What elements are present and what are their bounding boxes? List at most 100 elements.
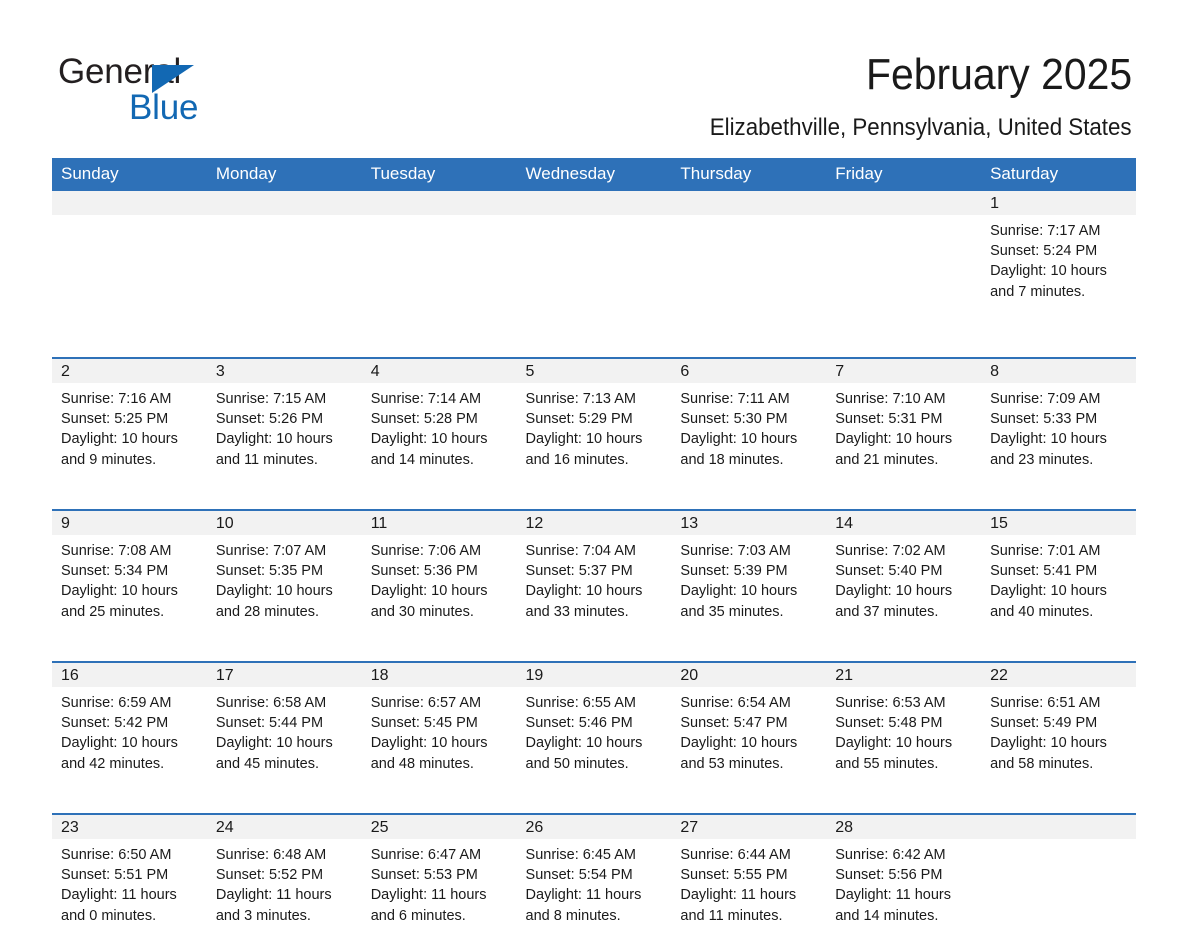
day-cell-body xyxy=(826,215,981,343)
day-number: 18 xyxy=(361,663,517,687)
day-sun-info xyxy=(52,215,207,221)
day-cell-10[interactable]: 10 Sunrise: 7:07 AM Sunset: 5:35 PM Dayligh… xyxy=(206,511,362,647)
day-cell-21[interactable]: 21 Sunrise: 6:53 AM Sunset: 5:48 PM Dayligh… xyxy=(826,663,982,799)
day-info-line: Sunset: 5:31 PM xyxy=(835,411,943,428)
day-cell-15[interactable]: 15 Sunrise: 7:01 AM Sunset: 5:41 PM Dayligh… xyxy=(981,511,1136,647)
day-number xyxy=(671,191,827,215)
day-info-line: Sunset: 5:29 PM xyxy=(525,411,633,428)
day-cell-25[interactable]: 25 Sunrise: 6:47 AM Sunset: 5:53 PM Dayligh… xyxy=(361,815,517,951)
day-sun-info: Sunrise: 7:04 AM Sunset: 5:37 PM Daylight:… xyxy=(517,535,672,622)
day-info-line: Sunset: 5:30 PM xyxy=(680,411,788,428)
weekday-header-thursday: Thursday xyxy=(671,158,827,191)
weekday-header-tuesday: Tuesday xyxy=(361,158,517,191)
day-cell-body xyxy=(362,215,517,343)
day-info-line: Sunset: 5:34 PM xyxy=(61,563,169,580)
day-cell-19[interactable]: 19 Sunrise: 6:55 AM Sunset: 5:46 PM Dayligh… xyxy=(516,663,672,799)
day-cell-body: Sunrise: 6:44 AM Sunset: 5:55 PM Daylight:… xyxy=(671,839,826,951)
day-info-line: Daylight: 10 hours xyxy=(990,431,1107,448)
day-cell-body: Sunrise: 7:04 AM Sunset: 5:37 PM Daylight:… xyxy=(517,535,672,647)
day-sun-info: Sunrise: 7:16 AM Sunset: 5:25 PM Daylight:… xyxy=(52,383,207,470)
day-number: 27 xyxy=(671,815,827,839)
day-cell-body xyxy=(517,215,672,343)
calendar-grid: Sunday Monday Tuesday Wednesday Thursday Frid… xyxy=(52,158,1136,951)
day-cell-11[interactable]: 11 Sunrise: 7:06 AM Sunset: 5:36 PM Dayligh… xyxy=(361,511,517,647)
day-cell-28[interactable]: 28 Sunrise: 6:42 AM Sunset: 5:56 PM Dayligh… xyxy=(826,815,982,951)
day-info-line: Sunrise: 6:50 AM xyxy=(61,847,172,863)
week-spacer-cell xyxy=(52,799,1136,813)
day-info-line: Daylight: 10 hours xyxy=(215,431,333,448)
day-info-line: Daylight: 11 hours xyxy=(370,887,487,904)
day-cell-12[interactable]: 12 Sunrise: 7:04 AM Sunset: 5:37 PM Dayligh… xyxy=(516,511,672,647)
generalblue-logo[interactable]: General Blue xyxy=(58,52,298,127)
day-info-line: Sunrise: 7:14 AM xyxy=(370,391,482,407)
day-number: 20 xyxy=(671,663,827,687)
day-number: 25 xyxy=(361,815,517,839)
day-sun-info xyxy=(362,215,517,221)
day-sun-info: Sunrise: 6:44 AM Sunset: 5:55 PM Daylight:… xyxy=(671,839,826,926)
day-info-line: Sunrise: 6:47 AM xyxy=(370,847,482,863)
day-number: 5 xyxy=(516,359,672,383)
day-cell-body: Sunrise: 7:06 AM Sunset: 5:36 PM Daylight:… xyxy=(362,535,517,647)
day-info-line: Sunrise: 6:44 AM xyxy=(680,847,791,863)
day-cell-body: Sunrise: 6:54 AM Sunset: 5:47 PM Daylight:… xyxy=(671,687,826,799)
day-cell-20[interactable]: 20 Sunrise: 6:54 AM Sunset: 5:47 PM Dayligh… xyxy=(671,663,827,799)
day-number: 9 xyxy=(52,511,207,535)
calendar-table: Sunday Monday Tuesday Wednesday Thursday Frid… xyxy=(52,158,1136,951)
day-cell-27[interactable]: 27 Sunrise: 6:44 AM Sunset: 5:55 PM Dayligh… xyxy=(671,815,827,951)
day-cell-24[interactable]: 24 Sunrise: 6:48 AM Sunset: 5:52 PM Dayligh… xyxy=(206,815,362,951)
day-info-line: Sunset: 5:35 PM xyxy=(215,563,324,580)
week-spacer-cell xyxy=(52,647,1136,661)
day-cell-body: Sunrise: 6:53 AM Sunset: 5:48 PM Daylight:… xyxy=(826,687,981,799)
day-sun-info xyxy=(981,839,1136,845)
day-number: 2 xyxy=(52,359,207,383)
day-cell-body: Sunrise: 6:59 AM Sunset: 5:42 PM Daylight:… xyxy=(52,687,207,799)
day-cell-23[interactable]: 23 Sunrise: 6:50 AM Sunset: 5:51 PM Dayligh… xyxy=(52,815,207,951)
day-cell-3[interactable]: 3 Sunrise: 7:15 AM Sunset: 5:26 PM Daylight… xyxy=(206,359,362,495)
day-info-line: Daylight: 10 hours xyxy=(525,431,643,448)
calendar-week-row: 1 Sunrise: 7:17 AM Sunset: 5:24 PM Daylight… xyxy=(52,191,1136,343)
day-info-line: Sunset: 5:33 PM xyxy=(990,411,1098,428)
day-cell-7[interactable]: 7 Sunrise: 7:10 AM Sunset: 5:31 PM Daylight… xyxy=(826,359,982,495)
day-number: 6 xyxy=(671,359,827,383)
day-cell-14[interactable]: 14 Sunrise: 7:02 AM Sunset: 5:40 PM Dayligh… xyxy=(826,511,982,647)
day-number: 3 xyxy=(206,359,362,383)
day-info-line: Sunset: 5:25 PM xyxy=(61,411,169,428)
day-info-line: and 6 minutes. xyxy=(370,907,466,924)
day-cell-16[interactable]: 16 Sunrise: 6:59 AM Sunset: 5:42 PM Dayligh… xyxy=(52,663,207,799)
calendar-header-row: Sunday Monday Tuesday Wednesday Thursday Frid… xyxy=(52,158,1136,191)
day-cell-2[interactable]: 2 Sunrise: 7:16 AM Sunset: 5:25 PM Daylight… xyxy=(52,359,207,495)
day-cell-body: Sunrise: 7:07 AM Sunset: 5:35 PM Daylight:… xyxy=(207,535,362,647)
day-number xyxy=(981,815,1136,839)
day-cell-18[interactable]: 18 Sunrise: 6:57 AM Sunset: 5:45 PM Dayligh… xyxy=(361,663,517,799)
day-cell-26[interactable]: 26 Sunrise: 6:45 AM Sunset: 5:54 PM Dayligh… xyxy=(516,815,672,951)
day-info-line: Daylight: 10 hours xyxy=(370,735,488,752)
weekday-header-wednesday: Wednesday xyxy=(516,158,672,191)
day-info-line: Daylight: 10 hours xyxy=(835,583,953,600)
day-cell-4[interactable]: 4 Sunrise: 7:14 AM Sunset: 5:28 PM Daylight… xyxy=(361,359,517,495)
weekday-header-sunday: Sunday xyxy=(52,158,207,191)
day-number: 12 xyxy=(516,511,672,535)
day-info-line: Sunset: 5:40 PM xyxy=(835,563,943,580)
day-cell-1[interactable]: 1 Sunrise: 7:17 AM Sunset: 5:24 PM Daylight… xyxy=(981,191,1136,343)
day-info-line: Sunset: 5:52 PM xyxy=(215,867,324,884)
day-cell-5[interactable]: 5 Sunrise: 7:13 AM Sunset: 5:29 PM Daylight… xyxy=(516,359,672,495)
day-info-line: Sunrise: 6:42 AM xyxy=(835,847,946,863)
week-spacer-cell xyxy=(52,343,1136,357)
day-cell-9[interactable]: 9 Sunrise: 7:08 AM Sunset: 5:34 PM Daylight… xyxy=(52,511,207,647)
day-cell-8[interactable]: 8 Sunrise: 7:09 AM Sunset: 5:33 PM Daylight… xyxy=(981,359,1136,495)
day-info-line: Sunset: 5:53 PM xyxy=(370,867,478,884)
day-info-line: Daylight: 10 hours xyxy=(835,431,953,448)
day-cell-17[interactable]: 17 Sunrise: 6:58 AM Sunset: 5:44 PM Dayligh… xyxy=(206,663,362,799)
calendar-week-row: 23 Sunrise: 6:50 AM Sunset: 5:51 PM Dayligh… xyxy=(52,815,1136,951)
day-cell-22[interactable]: 22 Sunrise: 6:51 AM Sunset: 5:49 PM Dayligh… xyxy=(981,663,1136,799)
day-cell-13[interactable]: 13 Sunrise: 7:03 AM Sunset: 5:39 PM Dayligh… xyxy=(671,511,827,647)
day-info-line: Sunrise: 7:15 AM xyxy=(215,391,327,407)
calendar-week-row: 9 Sunrise: 7:08 AM Sunset: 5:34 PM Daylight… xyxy=(52,511,1136,647)
day-sun-info: Sunrise: 7:02 AM Sunset: 5:40 PM Daylight:… xyxy=(826,535,981,622)
day-info-line: Sunset: 5:36 PM xyxy=(370,563,478,580)
day-info-line: and 21 minutes. xyxy=(835,451,939,468)
day-info-line: Daylight: 11 hours xyxy=(835,887,952,904)
day-number: 4 xyxy=(361,359,517,383)
day-cell-6[interactable]: 6 Sunrise: 7:11 AM Sunset: 5:30 PM Daylight… xyxy=(671,359,827,495)
day-info-line: Sunset: 5:37 PM xyxy=(525,563,633,580)
